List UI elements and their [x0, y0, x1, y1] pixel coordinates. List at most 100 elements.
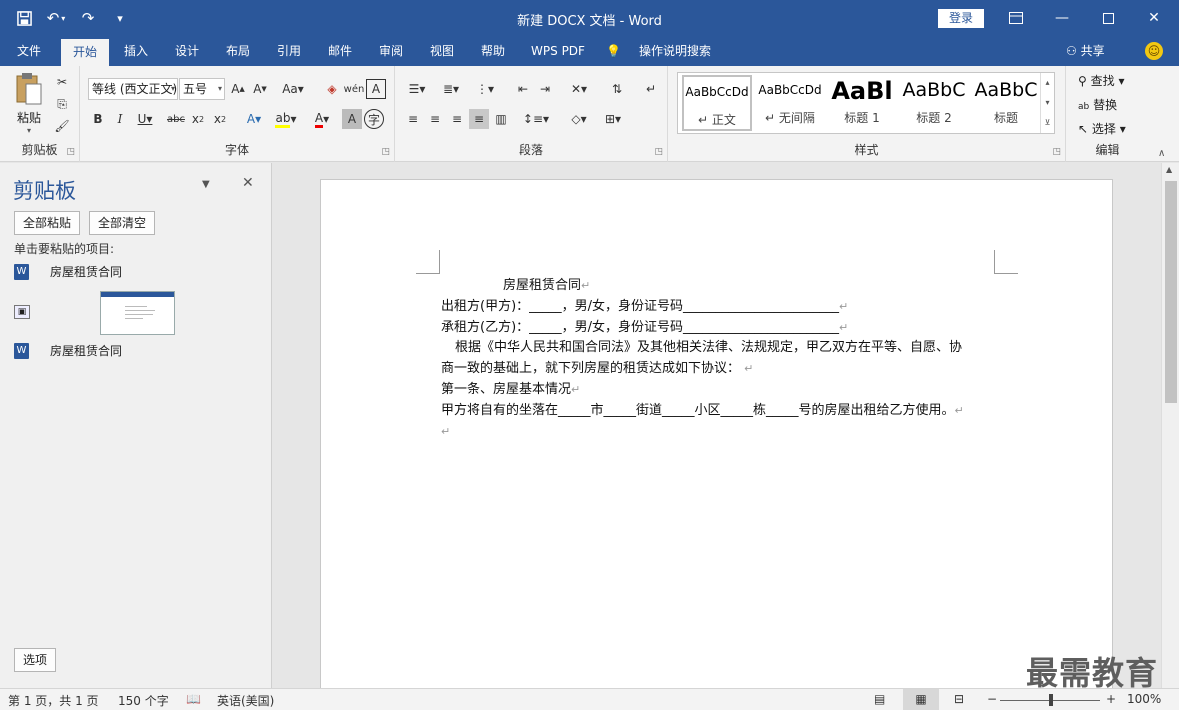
phonetic-guide-icon[interactable]: wén: [344, 79, 365, 99]
collapse-ribbon-icon[interactable]: ∧: [1158, 148, 1165, 159]
select-button[interactable]: ↖ 选择 ▾: [1078, 120, 1126, 137]
document-body[interactable]: 房屋租赁合同↵ 出租方(甲方)：_____，男/女，身份证号码_________…: [441, 276, 1001, 442]
justify-icon[interactable]: ≡: [469, 109, 489, 129]
font-launcher-icon[interactable]: ◳: [381, 147, 390, 157]
show-marks-icon[interactable]: ↵: [641, 79, 661, 99]
replace-button[interactable]: ab 替换: [1078, 96, 1117, 113]
align-right-icon[interactable]: ≡: [447, 109, 467, 129]
tab-design[interactable]: 设计: [165, 36, 209, 66]
cut-icon[interactable]: ✂: [52, 72, 72, 92]
gallery-more-icon[interactable]: ⊻: [1041, 113, 1054, 133]
document-page[interactable]: 房屋租赁合同↵ 出租方(甲方)：_____，男/女，身份证号码_________…: [320, 179, 1113, 688]
maximize-icon[interactable]: [1085, 0, 1131, 36]
tell-me-search[interactable]: 操作说明搜索: [632, 36, 718, 66]
font-size-combo[interactable]: 五号 ▾: [179, 78, 225, 100]
pane-options-chevron-icon[interactable]: ▼: [202, 179, 210, 190]
sort-icon[interactable]: ⇅: [607, 79, 627, 99]
tab-file[interactable]: 文件: [6, 36, 52, 66]
vertical-scrollbar[interactable]: ▲: [1161, 163, 1179, 688]
tab-view[interactable]: 视图: [420, 36, 464, 66]
char-shading-icon[interactable]: A: [342, 109, 362, 129]
styles-gallery-scroll[interactable]: ▴ ▾ ⊻: [1040, 73, 1054, 133]
find-button[interactable]: ⚲ 查找 ▾: [1078, 72, 1124, 89]
tab-references[interactable]: 引用: [267, 36, 311, 66]
borders-icon[interactable]: ⊞▾: [599, 109, 627, 129]
char-border-icon[interactable]: A: [366, 79, 386, 99]
paste-all-button[interactable]: 全部粘贴: [14, 211, 80, 235]
clipboard-item[interactable]: W 房屋租赁合同: [14, 340, 254, 362]
subscript-icon[interactable]: x2: [188, 109, 208, 129]
clipboard-image-thumbnail[interactable]: [100, 291, 175, 335]
print-layout-icon[interactable]: ▦: [903, 689, 939, 710]
redo-icon[interactable]: ↷: [74, 6, 102, 30]
zoom-slider-knob[interactable]: [1049, 694, 1053, 706]
close-icon[interactable]: ✕: [1131, 0, 1177, 36]
share-button[interactable]: ⚇ 共享: [1066, 36, 1105, 66]
numbering-icon[interactable]: ≣▾: [437, 79, 465, 99]
minimize-icon[interactable]: —: [1039, 0, 1085, 36]
undo-icon[interactable]: ↶ ▾: [42, 6, 70, 30]
pane-close-icon[interactable]: ✕: [242, 175, 254, 191]
copy-icon[interactable]: ⎘: [52, 94, 72, 114]
tab-help[interactable]: 帮助: [471, 36, 515, 66]
zoom-level[interactable]: 100%: [1127, 692, 1161, 706]
gallery-down-icon[interactable]: ▾: [1041, 93, 1054, 113]
pane-options-button[interactable]: 选项: [14, 648, 56, 672]
clear-format-icon[interactable]: ◈: [322, 79, 342, 99]
enclose-char-icon[interactable]: 字: [364, 109, 384, 129]
align-center-icon[interactable]: ≡: [425, 109, 445, 129]
bullets-icon[interactable]: ☰▾: [403, 79, 431, 99]
scrollbar-thumb[interactable]: [1165, 181, 1177, 403]
text-effects-icon[interactable]: A▾: [240, 109, 268, 129]
highlight-icon[interactable]: ab ▾: [272, 109, 300, 129]
customize-icon[interactable]: ▾: [106, 6, 134, 30]
multilevel-list-icon[interactable]: ⋮▾: [471, 79, 499, 99]
style-normal[interactable]: AaBbCcDd ↵ 正文: [682, 75, 752, 131]
page-count[interactable]: 第 1 页，共 1 页: [8, 692, 99, 709]
distributed-icon[interactable]: ▥: [491, 109, 511, 129]
shading-icon[interactable]: ◇▾: [565, 109, 593, 129]
read-mode-icon[interactable]: ▤: [874, 692, 885, 706]
login-button[interactable]: 登录: [938, 9, 984, 28]
proofing-icon[interactable]: 📖: [186, 692, 201, 706]
chinese-layout-icon[interactable]: ✕▾: [565, 79, 593, 99]
decrease-indent-icon[interactable]: ⇤: [513, 79, 533, 99]
zoom-out-icon[interactable]: −: [987, 692, 997, 706]
ribbon-display-icon[interactable]: [993, 0, 1039, 36]
style-heading-1[interactable]: AaBl 标题 1: [827, 75, 897, 131]
feedback-smiley-icon[interactable]: ☺: [1145, 42, 1163, 60]
tab-review[interactable]: 审阅: [369, 36, 413, 66]
zoom-in-icon[interactable]: +: [1106, 692, 1116, 706]
styles-launcher-icon[interactable]: ◳: [1052, 147, 1061, 157]
align-left-icon[interactable]: ≡: [403, 109, 423, 129]
gallery-up-icon[interactable]: ▴: [1041, 73, 1054, 93]
tab-home[interactable]: 开始: [61, 39, 109, 66]
tab-insert[interactable]: 插入: [114, 36, 158, 66]
clipboard-launcher-icon[interactable]: ◳: [66, 147, 75, 157]
style-heading-2[interactable]: AaBbC 标题 2: [899, 75, 969, 131]
tab-wps-pdf[interactable]: WPS PDF: [522, 36, 594, 66]
font-name-combo[interactable]: 等线 (西文正文) ▾: [88, 78, 178, 100]
scroll-up-icon[interactable]: ▲: [1166, 165, 1172, 174]
bold-icon[interactable]: B: [88, 109, 108, 129]
underline-icon[interactable]: U▾: [132, 109, 158, 129]
strikethrough-icon[interactable]: abc: [166, 109, 186, 129]
tab-mailings[interactable]: 邮件: [318, 36, 362, 66]
paragraph-launcher-icon[interactable]: ◳: [654, 147, 663, 157]
increase-indent-icon[interactable]: ⇥: [535, 79, 555, 99]
grow-font-icon[interactable]: A ▲: [228, 79, 248, 99]
web-layout-icon[interactable]: ⊟: [954, 692, 964, 706]
paste-button[interactable]: 粘贴 ▾: [10, 72, 48, 135]
line-spacing-icon[interactable]: ↕≡▾: [521, 109, 551, 129]
change-case-icon[interactable]: Aa▾: [278, 79, 308, 99]
language[interactable]: 英语(美国): [217, 692, 274, 709]
clipboard-item[interactable]: W 房屋租赁合同: [14, 261, 254, 283]
word-count[interactable]: 150 个字: [118, 692, 169, 709]
shrink-font-icon[interactable]: A ▼: [250, 79, 270, 99]
style-no-spacing[interactable]: AaBbCcDd ↵ 无间隔: [755, 75, 825, 131]
format-painter-icon[interactable]: 🖌: [52, 116, 72, 136]
save-icon[interactable]: [10, 6, 38, 30]
style-title[interactable]: AaBbC 标题: [971, 75, 1041, 131]
clear-all-button[interactable]: 全部清空: [89, 211, 155, 235]
italic-icon[interactable]: I: [110, 109, 130, 129]
